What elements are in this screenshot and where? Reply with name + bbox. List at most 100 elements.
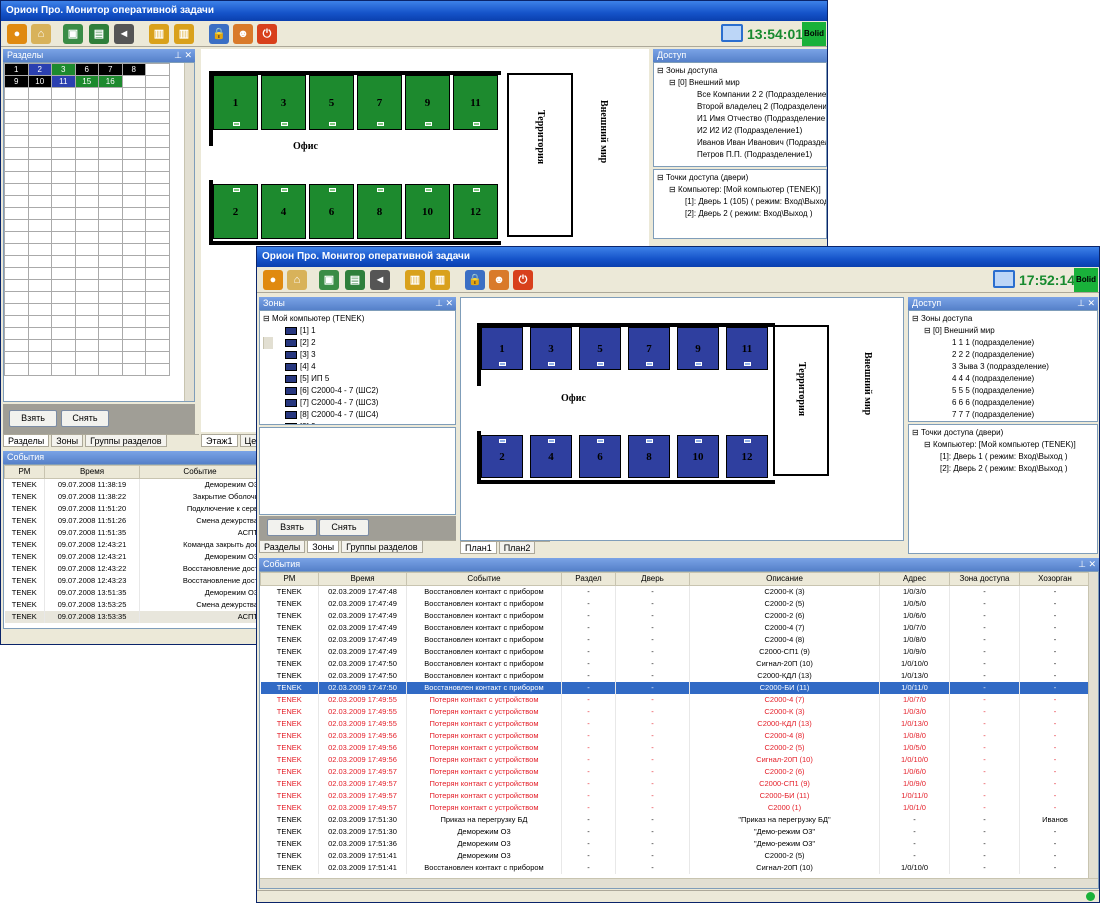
grid-cell[interactable] (74, 267, 99, 280)
lock-icon[interactable]: 🔒 (209, 24, 229, 44)
grid-cell[interactable] (145, 315, 170, 328)
grid-cell[interactable] (27, 219, 52, 232)
grid-cell[interactable] (121, 99, 146, 112)
tab-plan2[interactable]: План2 (498, 542, 536, 554)
grid-cell[interactable] (27, 159, 52, 172)
grid-cell[interactable] (98, 267, 123, 280)
table-row[interactable]: TENEK 02.03.2009 17:49:55 Потерян контакт … (260, 706, 1091, 718)
table-row[interactable]: TENEK 02.03.2009 17:49:57 Потерян контакт … (260, 766, 1091, 778)
grid-cell[interactable] (145, 159, 170, 172)
table-row[interactable]: TENEK 02.03.2009 17:49:56 Потерян контакт … (260, 742, 1091, 754)
card-icon[interactable]: ▤ (345, 270, 365, 290)
grid-cell[interactable] (145, 279, 170, 292)
grid-cell[interactable] (121, 315, 146, 328)
grid-cell[interactable] (27, 303, 52, 316)
take-button[interactable]: Взять (267, 519, 317, 536)
tree-person[interactable]: 2 2 2 (подразделение) (912, 349, 1094, 361)
grid-cell[interactable] (4, 135, 29, 148)
column-header[interactable]: РМ (260, 572, 319, 586)
tree-person[interactable]: Все Компании 2 2 (Подразделение (657, 89, 826, 101)
tree-computer[interactable]: ⊟ Компьютер: [Мой компьютер (TENEK)] (657, 184, 823, 196)
room[interactable]: 2 (213, 184, 258, 239)
grid-cell[interactable] (74, 183, 99, 196)
grid-cell[interactable] (27, 195, 52, 208)
tree-zone[interactable]: ⊟ [0] Внешний мир (657, 77, 823, 89)
grid-cell[interactable] (27, 363, 52, 376)
remove-button[interactable]: Снять (61, 410, 109, 427)
grid-cell[interactable] (74, 159, 99, 172)
tree-person[interactable]: И2 И2 И2 (Подразделение1) (657, 125, 823, 137)
clipboard-icon[interactable]: ▥ (174, 24, 194, 44)
monitor-icon[interactable] (721, 24, 743, 42)
grid-cell[interactable] (74, 87, 99, 100)
tree-zone[interactable]: ⊟ [0] Внешний мир (912, 325, 1094, 337)
grid-cell[interactable] (121, 87, 146, 100)
grid-cell[interactable] (121, 255, 146, 268)
remove-button[interactable]: Снять (319, 519, 369, 536)
grid-cell[interactable] (121, 291, 146, 304)
grid-cell[interactable] (145, 75, 170, 88)
table-row[interactable]: TENEK 02.03.2009 17:49:56 Потерян контакт … (260, 730, 1091, 742)
tree-zone-item[interactable]: [5] ИП 5 (263, 373, 452, 385)
tab-zones[interactable]: Зоны (307, 541, 340, 553)
grid-cell[interactable] (4, 99, 29, 112)
table-row[interactable]: TENEK 09.07.2008 11:38:22 Закрытие Оболочк (4, 491, 258, 503)
tree-zone-item[interactable]: [2] 2 (263, 337, 452, 349)
room[interactable]: 6 (309, 184, 354, 239)
grid-cell[interactable] (27, 255, 52, 268)
grid-cell[interactable] (4, 219, 29, 232)
grid-cell[interactable] (121, 363, 146, 376)
grid-cell[interactable] (98, 147, 123, 160)
tree-person[interactable]: Петров П.П. (Подразделение1) (657, 149, 823, 161)
grid-cell[interactable] (121, 207, 146, 220)
grid-cell[interactable] (74, 111, 99, 124)
table-row[interactable]: TENEK 09.07.2008 13:51:35 Деморежим О3 (4, 587, 258, 599)
grid-cell[interactable] (51, 351, 76, 364)
grid-cell[interactable] (4, 339, 29, 352)
grid-cell[interactable] (4, 171, 29, 184)
card-icon[interactable]: ▤ (89, 24, 109, 44)
grid-cell[interactable] (4, 195, 29, 208)
grid-cell[interactable] (145, 219, 170, 232)
grid-cell[interactable] (51, 171, 76, 184)
grid-cell[interactable] (74, 171, 99, 184)
grid-cell[interactable] (121, 303, 146, 316)
grid-cell[interactable] (74, 123, 99, 136)
grid-cell[interactable] (51, 99, 76, 112)
grid-cell[interactable] (98, 195, 123, 208)
grid-cell[interactable] (27, 291, 52, 304)
grid-cell[interactable] (4, 291, 29, 304)
table-row[interactable]: TENEK 02.03.2009 17:47:49 Восстановлен кон… (260, 610, 1091, 622)
grid-cell[interactable] (74, 99, 99, 112)
grid-cell[interactable] (51, 159, 76, 172)
grid-cell[interactable] (27, 87, 52, 100)
lock-icon[interactable]: 🔒 (465, 270, 485, 290)
column-header[interactable]: Дверь (615, 572, 690, 586)
table-row[interactable]: TENEK 09.07.2008 12:43:21 Деморежим О3 (4, 551, 258, 563)
grid-cell[interactable] (74, 291, 99, 304)
tree-zone-item[interactable]: [4] 4 (263, 361, 452, 373)
grid-cell[interactable] (51, 219, 76, 232)
tree-door[interactable]: [2]: Дверь 2 ( режим: Вход\Выход ) (912, 463, 1094, 475)
grid-cell[interactable] (74, 303, 99, 316)
column-header[interactable]: Событие (406, 572, 562, 586)
grid-cell[interactable] (74, 135, 99, 148)
grid-cell[interactable] (51, 135, 76, 148)
grid-cell[interactable] (27, 135, 52, 148)
panel-pin-close[interactable]: ⊥ ✕ (1078, 558, 1096, 571)
grid-cell[interactable] (4, 183, 29, 196)
clipboard-icon[interactable]: ▥ (430, 270, 450, 290)
tree-zone-item[interactable]: [8] С2000-4 - 7 (ШС4) (263, 409, 452, 421)
table-row[interactable]: TENEK 02.03.2009 17:49:55 Потерян контакт … (260, 718, 1091, 730)
grid-cell[interactable] (98, 111, 123, 124)
grid-cell[interactable] (145, 339, 170, 352)
grid-cell[interactable] (121, 111, 146, 124)
grid-cell[interactable] (4, 159, 29, 172)
grid-cell[interactable] (98, 207, 123, 220)
grid-cell[interactable] (51, 339, 76, 352)
grid-cell[interactable] (121, 123, 146, 136)
grid-cell[interactable]: 15 (74, 75, 99, 88)
table-row[interactable]: TENEK 09.07.2008 13:53:35 АСПТ (4, 611, 258, 623)
lamp-icon[interactable]: ● (7, 24, 27, 44)
clipboard-add-icon[interactable]: ▥ (149, 24, 169, 44)
